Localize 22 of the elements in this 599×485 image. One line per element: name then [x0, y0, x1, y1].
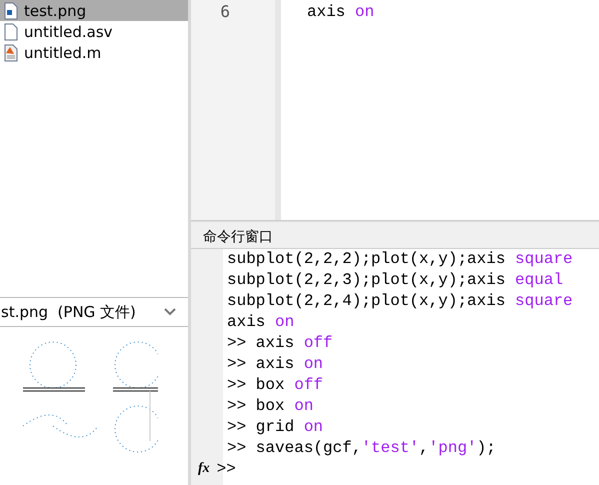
command-line: subplot(2,2,4);plot(x,y);axis square — [227, 291, 573, 311]
preview-title: st.png (PNG 文件) — [1, 302, 136, 322]
chevron-down-icon[interactable] — [164, 308, 176, 316]
command-prompt: >> — [216, 459, 236, 479]
file-item[interactable]: test.png — [0, 0, 188, 21]
line-number: 6 — [219, 2, 231, 22]
command-line: >> box on — [227, 396, 314, 416]
file-item[interactable]: untitled.asv — [0, 21, 188, 42]
script-file-icon — [4, 44, 18, 62]
command-line: subplot(2,2,3);plot(x,y);axis equal — [227, 270, 564, 290]
command-line: >> axis off — [227, 333, 334, 353]
function-browser-button[interactable]: fx — [197, 460, 211, 478]
code-line: axis on — [307, 2, 374, 22]
command-line: >> axis on — [227, 354, 324, 374]
command-line: >> grid on — [227, 417, 324, 437]
file-item[interactable]: untitled.m — [0, 42, 188, 63]
command-line: subplot(2,2,2);plot(x,y);axis square — [227, 249, 573, 269]
command-line: axis on — [227, 312, 296, 332]
command-line: >> saveas(gcf,'test','png'); — [227, 438, 497, 458]
command-window-title: 命令行窗口 — [203, 228, 273, 246]
command-line: >> box off — [227, 375, 324, 395]
file-icon — [4, 22, 18, 40]
